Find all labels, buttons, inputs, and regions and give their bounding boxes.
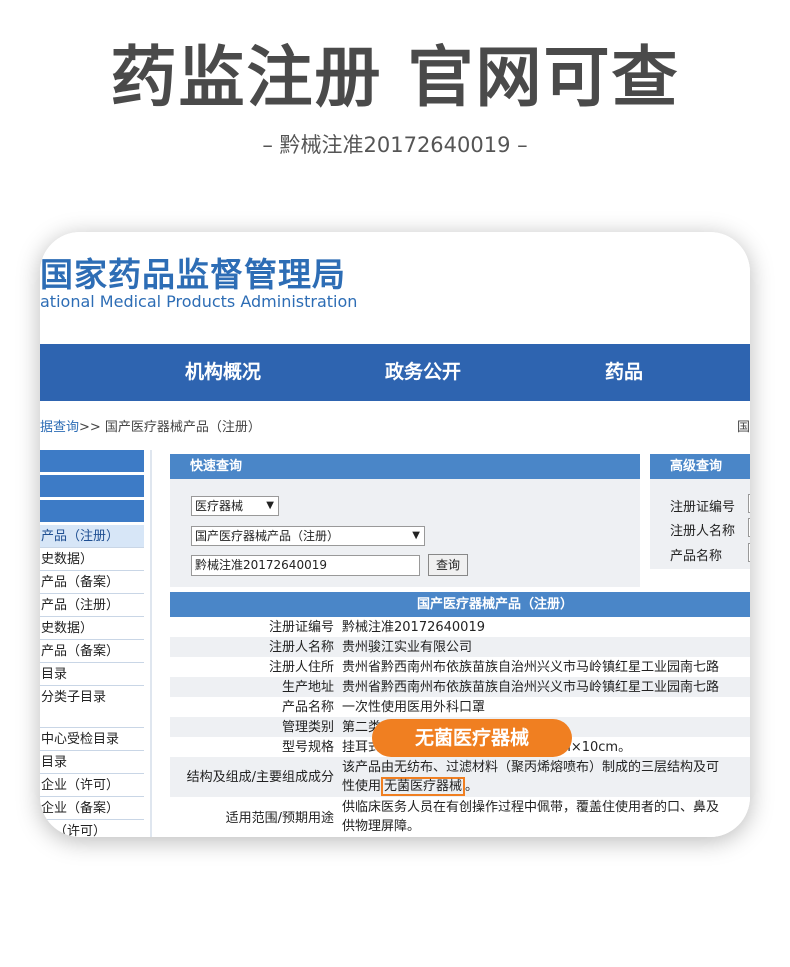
row-key: 型号规格 [281, 740, 334, 755]
sidebar-item[interactable]: 企业（备案） [40, 797, 144, 820]
advanced-search-title: 高级查询 [650, 454, 750, 479]
row-value: 一次性使用医用外科口罩 [342, 700, 486, 715]
row-value: 供临床医务人员在有创操作过程中佩带，覆盖住使用者的口、鼻及 供物理屏障。 [342, 797, 750, 836]
sidebar-section-bar[interactable] [40, 450, 144, 472]
adv-label-registrant: 注册人名称 [670, 524, 736, 539]
row-value: 贵州省黔西南州布依族苗族自治州兴义市马岭镇红星工业园南七路 [342, 660, 720, 675]
sidebar-item[interactable]: 产品（备案） [40, 640, 144, 663]
sidebar-divider [150, 450, 152, 837]
highlight-tag-bubble: 无菌医疗器械 [372, 719, 572, 757]
sidebar-item[interactable]: 业（许可） [40, 820, 144, 837]
category-select[interactable]: 医疗器械 ▼ [191, 496, 279, 516]
composition-suffix: 。 [465, 779, 479, 794]
subcategory-select-value: 国产医疗器械产品（注册） [195, 529, 340, 543]
sidebar-section-bar[interactable] [40, 500, 144, 522]
usage-line-1: 供临床医务人员在有创操作过程中佩带，覆盖住使用者的口、鼻及 [342, 800, 720, 815]
main-navbar: 机构概况 政务公开 药品 [40, 344, 750, 401]
quick-search-panel: 快速查询 医疗器械 ▼ 国产医疗器械产品（注册） ▼ 黔械注准201726400… [170, 454, 640, 587]
sidebar-item[interactable]: 中心受检目录 [40, 728, 144, 751]
row-value: 贵州省黔西南州布依族苗族自治州兴义市马岭镇红星工业园南七路 [342, 680, 720, 695]
screenshot-card: 国家药品监督管理局 ational Medical Products Admin… [40, 232, 750, 837]
adv-label-product-name: 产品名称 [670, 549, 723, 564]
adv-label-reg-no: 注册证编号 [670, 500, 736, 515]
nav-item-drugs[interactable]: 药品 [605, 344, 643, 401]
row-value: 该产品由无纺布、过滤材料（聚丙烯熔喷布）制成的三层结构及可 性使用 无菌医疗器械。 [342, 757, 750, 796]
sidebar-item[interactable]: 目录 [40, 663, 144, 686]
sidebar-item[interactable]: 企业（许可） [40, 774, 144, 797]
nav-item-about[interactable]: 机构概况 [185, 344, 261, 401]
dropdown-arrow-icon: ▼ [412, 530, 420, 541]
table-row: 注册证编号 黔械注准20172640019 [170, 617, 750, 637]
query-button[interactable]: 查询 [428, 554, 468, 576]
row-key: 适用范围/预期用途 [225, 811, 334, 826]
row-key: 产品名称 [281, 700, 334, 715]
composition-line-1: 该产品由无纺布、过滤材料（聚丙烯熔喷布）制成的三层结构及可 [342, 760, 720, 775]
site-logo-cn[interactable]: 国家药品监督管理局 [40, 248, 346, 296]
adv-input-registrant[interactable] [748, 518, 750, 537]
breadcrumb: 据查询>> 国产医疗器械产品（注册） [40, 416, 261, 435]
site-logo-en: ational Medical Products Administration [40, 292, 358, 311]
sidebar-item[interactable]: 分类子目录 [40, 686, 144, 728]
category-select-value: 医疗器械 [195, 499, 244, 513]
sidebar-item[interactable]: 产品（注册） [40, 525, 144, 548]
dropdown-arrow-icon: ▼ [266, 500, 274, 511]
sterile-device-highlight: 无菌医疗器械 [381, 777, 466, 796]
hero-title: 药监注册 官网可查 [110, 39, 680, 116]
sidebar-item[interactable]: 产品（注册） [40, 594, 144, 617]
quick-search-title: 快速查询 [170, 454, 640, 479]
sidebar-item[interactable]: 史数据） [40, 548, 144, 571]
row-key: 结构及组成/主要组成成分 [186, 770, 334, 785]
table-row: 注册人名称 贵州骏江实业有限公司 [170, 637, 750, 657]
result-table-title: 国产医疗器械产品（注册） [170, 592, 750, 617]
breadcrumb-right-text: 国 [736, 420, 750, 435]
hero-subtitle: – 黔械注准20172640019 – [262, 133, 528, 157]
row-key: 生产地址 [281, 680, 334, 695]
table-row: 适用范围/预期用途 供临床医务人员在有创操作过程中佩带，覆盖住使用者的口、鼻及 … [170, 797, 750, 837]
row-value: 黔械注准20172640019 [342, 620, 485, 635]
query-input[interactable]: 黔械注准20172640019 [191, 555, 420, 576]
advanced-search-panel: 高级查询 注册证编号 注册人名称 产品名称 [650, 454, 750, 569]
table-row: 生产地址 贵州省黔西南州布依族苗族自治州兴义市马岭镇红星工业园南七路 [170, 677, 750, 697]
table-row: 结构及组成/主要组成成分 该产品由无纺布、过滤材料（聚丙烯熔喷布）制成的三层结构… [170, 757, 750, 797]
result-table: 国产医疗器械产品（注册） 注册证编号 黔械注准20172640019 注册人名称… [170, 592, 750, 837]
table-row: 产品名称 一次性使用医用外科口罩 [170, 697, 750, 717]
breadcrumb-current: >> 国产医疗器械产品（注册） [79, 420, 261, 435]
breadcrumb-link[interactable]: 据查询 [40, 420, 79, 435]
sidebar: 产品（注册） 史数据） 产品（备案） 产品（注册） 史数据） 产品（备案） 目录… [40, 450, 144, 837]
row-key: 注册人住所 [268, 660, 334, 675]
composition-prefix: 性使用 [342, 779, 382, 794]
adv-input-product-name[interactable] [748, 543, 750, 562]
row-key: 注册人名称 [268, 640, 334, 655]
sidebar-item[interactable]: 目录 [40, 751, 144, 774]
nav-item-government-affairs[interactable]: 政务公开 [385, 344, 461, 401]
sidebar-section-bar[interactable] [40, 475, 144, 497]
sidebar-item[interactable]: 史数据） [40, 617, 144, 640]
row-key: 注册证编号 [268, 620, 334, 635]
row-key: 管理类别 [281, 720, 334, 735]
composition-line-2: 性使用 无菌医疗器械。 [342, 777, 750, 796]
table-row: 注册人住所 贵州省黔西南州布依族苗族自治州兴义市马岭镇红星工业园南七路 [170, 657, 750, 677]
subcategory-select[interactable]: 国产医疗器械产品（注册） ▼ [191, 526, 425, 546]
site-header: 国家药品监督管理局 ational Medical Products Admin… [40, 232, 750, 344]
sidebar-item[interactable]: 产品（备案） [40, 571, 144, 594]
adv-input-reg-no[interactable] [748, 494, 750, 513]
usage-line-2: 供物理屏障。 [342, 819, 421, 834]
row-value: 贵州骏江实业有限公司 [342, 640, 473, 655]
